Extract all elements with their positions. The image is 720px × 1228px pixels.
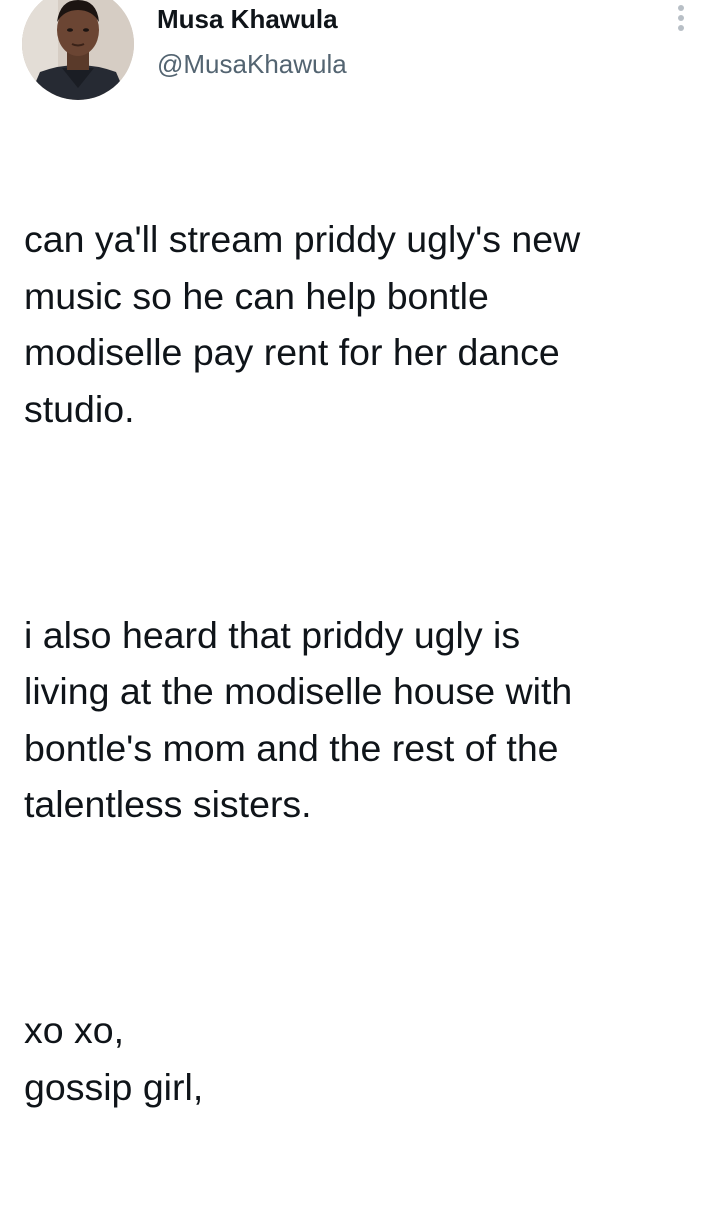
avatar-photo [22,0,134,100]
avatar[interactable] [22,0,134,100]
more-vertical-icon [678,5,684,31]
author-display-name[interactable]: Musa Khawula [157,4,338,34]
tweet-paragraph: xo xo, gossip girl, [24,1009,204,1108]
author-handle[interactable]: @MusaKhawula [157,49,347,79]
more-options-button[interactable] [668,2,694,34]
tweet-text: can ya'll stream priddy ugly's new music… [24,98,704,1228]
tweet-paragraph: can ya'll stream priddy ugly's new music… [24,218,581,430]
tweet: Musa Khawula @MusaKhawula can ya'll stre… [0,0,720,1108]
tweet-paragraph: i also heard that priddy ugly is living … [24,613,573,826]
